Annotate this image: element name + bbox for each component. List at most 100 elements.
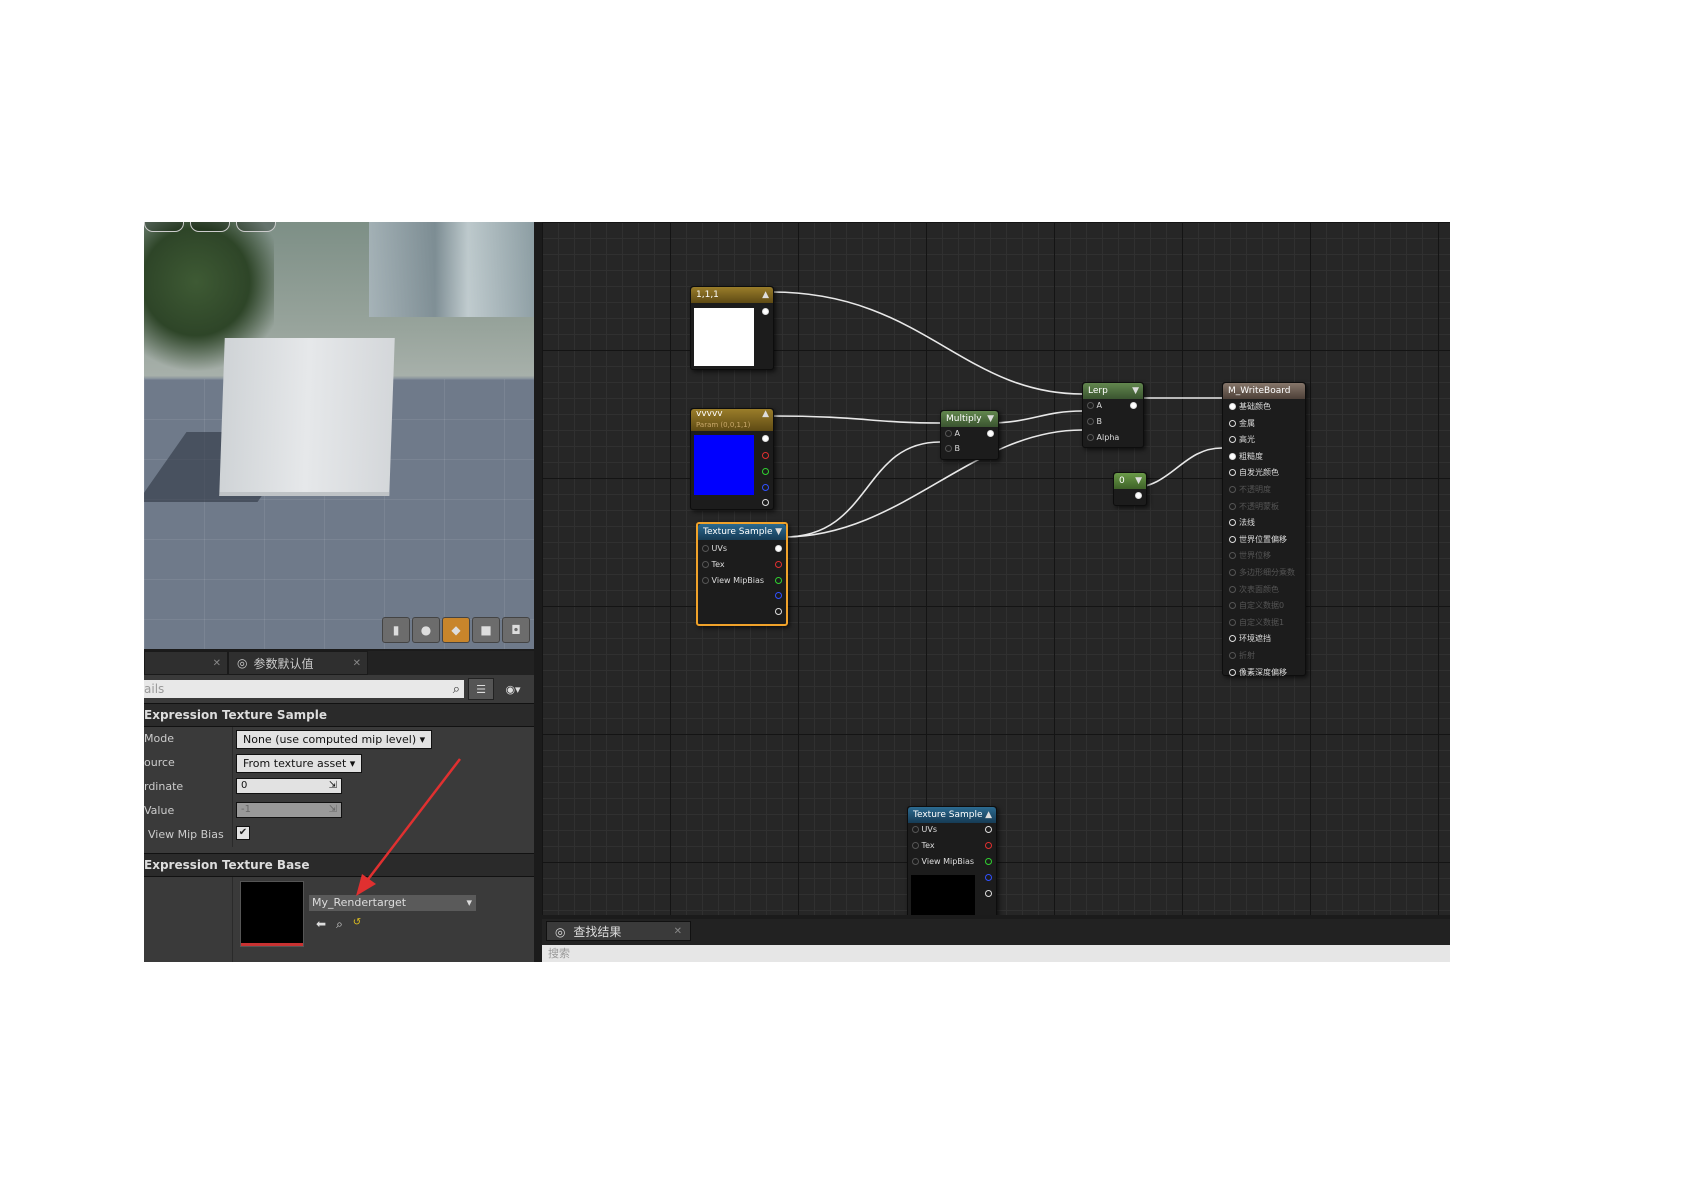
output-pin-a[interactable] <box>762 498 769 507</box>
output-pin-a[interactable] <box>775 607 782 616</box>
input-pin-alpha[interactable]: Alpha <box>1087 433 1119 442</box>
material-input-pin[interactable]: 像素深度偏移 <box>1229 667 1287 678</box>
drag-handle-icon[interactable]: ⇲ <box>329 803 337 817</box>
collapse-icon[interactable]: ▼ <box>987 411 994 427</box>
material-graph[interactable]: 1,1,1 ▲ vvvvv Param (0,0,1,1) ▲ Texture S… <box>542 222 1450 915</box>
tab-parameter-defaults[interactable]: ◎ 参数默认值 ✕ <box>228 651 368 675</box>
close-icon[interactable]: ✕ <box>674 922 682 942</box>
material-input-pin[interactable]: 世界位置偏移 <box>1229 534 1287 545</box>
output-pin-rgb[interactable] <box>775 544 782 553</box>
node-vector-param[interactable]: vvvvv Param (0,0,1,1) ▲ <box>690 408 774 510</box>
material-input-pin[interactable]: 基础颜色 <box>1229 401 1271 412</box>
output-pin[interactable] <box>1130 401 1137 410</box>
material-input-pin[interactable]: 次表面颜色 <box>1229 584 1279 595</box>
output-pin-b[interactable] <box>762 483 769 492</box>
sampler-source-dropdown[interactable]: From texture asset ▾ <box>236 754 363 773</box>
node-multiply[interactable]: Multiply ▼ A B <box>940 410 999 460</box>
input-pin-tex[interactable]: Tex <box>912 841 935 850</box>
cylinder-icon[interactable]: ▮ <box>382 617 410 643</box>
use-selected-arrow-icon[interactable]: ⬅ <box>316 917 326 932</box>
viewport-lit-button[interactable] <box>190 222 230 232</box>
collapse-icon[interactable]: ▼ <box>775 524 782 540</box>
collapse-icon[interactable]: ▼ <box>1135 473 1142 489</box>
output-pin-b[interactable] <box>985 873 992 882</box>
output-pin[interactable] <box>1135 491 1142 500</box>
output-pin[interactable] <box>762 307 769 316</box>
mip-value-input[interactable]: -1 ⇲ <box>236 802 342 818</box>
material-input-pin[interactable]: 自发光颜色 <box>1229 467 1279 478</box>
node-header: vvvvv Param (0,0,1,1) ▲ <box>691 409 773 431</box>
output-pin-r[interactable] <box>985 841 992 850</box>
output-pin-g[interactable] <box>775 576 782 585</box>
output-pin-r[interactable] <box>762 451 769 460</box>
preview-viewport[interactable]: ▮ ● ◆ ■ ◘ <box>144 222 534 649</box>
view-mip-bias-checkbox[interactable]: ✔ <box>236 826 250 840</box>
input-pin-a[interactable]: A <box>1087 401 1102 410</box>
collapse-icon[interactable]: ▲ <box>985 807 992 823</box>
viewport-show-button[interactable] <box>236 222 276 232</box>
input-pin-tex[interactable]: Tex <box>702 560 725 569</box>
close-icon[interactable]: ✕ <box>213 658 221 669</box>
texture-preview <box>911 875 975 915</box>
output-pin-r[interactable] <box>775 560 782 569</box>
material-input-pin[interactable]: 世界位移 <box>1229 550 1271 561</box>
browse-search-icon[interactable]: ⌕ <box>336 917 343 932</box>
drag-handle-icon[interactable]: ⇲ <box>329 779 337 793</box>
input-pin-b[interactable]: B <box>945 444 960 453</box>
input-pin-b[interactable]: B <box>1087 417 1102 426</box>
material-input-pin[interactable]: 自定义数据1 <box>1229 617 1284 628</box>
texture-asset-dropdown[interactable]: My_Rendertarget ▾ <box>309 895 476 911</box>
search-placeholder: ails <box>144 682 165 696</box>
collapse-icon[interactable]: ▲ <box>762 409 769 420</box>
input-pin-uvs[interactable]: UVs <box>702 544 727 553</box>
material-input-pin[interactable]: 环境遮挡 <box>1229 633 1271 644</box>
input-pin-a[interactable]: A <box>945 429 960 438</box>
material-input-pin[interactable]: 粗糙度 <box>1229 451 1263 462</box>
collapse-icon[interactable]: ▲ <box>762 287 769 303</box>
input-pin-view-mipbias[interactable]: View MipBias <box>702 576 764 585</box>
material-input-pin[interactable]: 折射 <box>1229 650 1255 661</box>
material-input-pin[interactable]: 法线 <box>1229 517 1255 528</box>
material-input-pin[interactable]: 高光 <box>1229 434 1255 445</box>
eye-icon[interactable]: ◉▾ <box>498 679 528 699</box>
coordinate-input[interactable]: 0 ⇲ <box>236 778 342 794</box>
material-input-pin[interactable]: 自定义数据0 <box>1229 600 1284 611</box>
output-pin-g[interactable] <box>985 857 992 866</box>
custom-mesh-icon[interactable]: ◘ <box>502 617 530 643</box>
close-icon[interactable]: ✕ <box>353 658 361 669</box>
cube-icon[interactable]: ■ <box>472 617 500 643</box>
output-pin-rgba[interactable] <box>762 434 769 443</box>
find-search-input[interactable]: 搜索 <box>542 945 1450 962</box>
material-input-pin[interactable]: 金属 <box>1229 418 1255 429</box>
pin-dot <box>1229 436 1236 444</box>
texture-thumbnail[interactable] <box>240 881 304 947</box>
collapse-icon[interactable]: ▼ <box>1132 383 1139 399</box>
mip-mode-dropdown[interactable]: None (use computed mip level) ▾ <box>236 730 433 749</box>
material-input-pin[interactable]: 多边形细分乘数 <box>1229 567 1295 578</box>
node-constant3vector[interactable]: 1,1,1 ▲ <box>690 286 774 370</box>
tab-find-results[interactable]: ◎ 查找结果 ✕ <box>546 921 691 941</box>
plane-icon[interactable]: ◆ <box>442 617 470 643</box>
output-pin-g[interactable] <box>762 467 769 476</box>
node-texture-sample-selected[interactable]: Texture Sample ▼ UVs Tex View MipBias <box>696 522 788 626</box>
sphere-icon[interactable]: ● <box>412 617 440 643</box>
node-texture-sample-2[interactable]: Texture Sample ▲ UVs Tex View MipBias <box>907 806 997 915</box>
input-pin-view-mipbias[interactable]: View MipBias <box>912 857 974 866</box>
material-input-pin[interactable]: 不透明蒙板 <box>1229 501 1279 512</box>
view-options-list-icon[interactable]: ☰ <box>468 678 494 700</box>
output-pin-b[interactable] <box>775 591 782 600</box>
node-lerp[interactable]: Lerp ▼ A B Alpha <box>1082 382 1144 448</box>
input-pin-uvs[interactable]: UVs <box>912 825 937 834</box>
category-expression-texture-base[interactable]: Expression Texture Base <box>144 853 534 877</box>
viewport-mode-button[interactable] <box>144 222 184 232</box>
output-pin[interactable] <box>987 429 994 438</box>
tab-details[interactable]: ✕ <box>144 651 228 675</box>
material-input-pin[interactable]: 不透明度 <box>1229 484 1271 495</box>
node-material-result[interactable]: M_WriteBoard 基础颜色 金属 高光 粗糙度 自发光颜色 不透明度 不透明蒙板 法线… <box>1222 382 1306 678</box>
output-pin-a[interactable] <box>985 889 992 898</box>
output-pin-rgb[interactable] <box>985 825 992 834</box>
category-expression-texture-sample[interactable]: Expression Texture Sample <box>144 703 534 727</box>
reset-icon[interactable]: ↺ <box>353 917 361 932</box>
node-constant-zero[interactable]: 0 ▼ <box>1113 472 1147 506</box>
details-search-input[interactable]: ails ⌕ <box>144 680 464 698</box>
